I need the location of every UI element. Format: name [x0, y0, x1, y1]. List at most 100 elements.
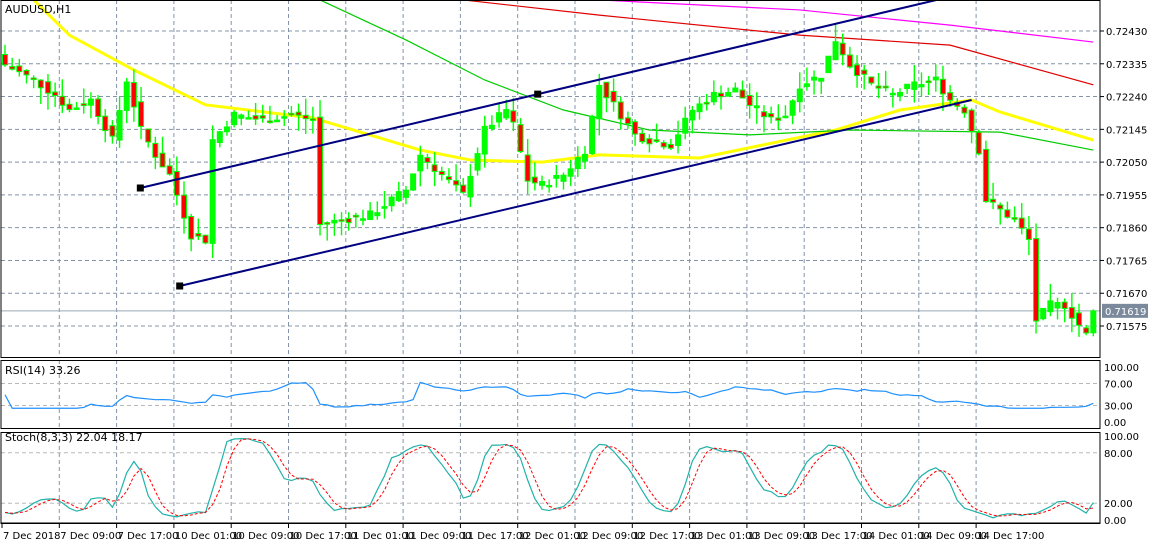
candle-bull [395, 191, 402, 202]
candle-bear [632, 121, 639, 135]
candle-bull [675, 134, 682, 146]
candle-bear [188, 216, 195, 240]
candle-bear [295, 111, 302, 116]
candle-bear [138, 101, 145, 127]
candle-bear [266, 120, 273, 123]
candle-bull [560, 174, 567, 182]
candle-bear [947, 92, 954, 101]
candle-bear [1018, 217, 1025, 229]
candle-bear [603, 81, 610, 99]
price-tick-label: 0.71575 [1106, 322, 1147, 333]
axes: 7 Dec 2018 7 Dec 09:007 Dec 17:0010 Dec 0… [1, 27, 1148, 542]
candle-bull [1090, 310, 1097, 334]
rsi-line [4, 381, 1094, 409]
indicators [4, 381, 1094, 519]
moving-average-line [32, 0, 1094, 164]
candle-bear [861, 69, 868, 75]
candle-bear [854, 64, 861, 77]
price-tick-label: 0.72240 [1106, 93, 1147, 104]
trendline-anchor[interactable] [534, 90, 542, 98]
candle-bull [216, 131, 223, 143]
candle-bear [309, 118, 316, 121]
candle-bull [245, 117, 252, 120]
candle-bear [882, 85, 889, 89]
candle-bull [889, 92, 896, 96]
candle-bear [961, 106, 968, 114]
candle-bear [460, 184, 467, 193]
candle-bull [503, 109, 510, 119]
candle-bull [732, 87, 739, 93]
stoch-tick-label: 20.00 [1104, 499, 1133, 510]
candle-bear [875, 85, 882, 89]
price-tick-label: 0.72335 [1106, 60, 1147, 71]
candle-bear [453, 180, 460, 186]
candle-bear [646, 138, 653, 145]
trendlines[interactable] [136, 0, 972, 290]
candle-bear [639, 132, 646, 143]
chart-window[interactable]: 7 Dec 2018 7 Dec 09:007 Dec 17:0010 Dec 0… [0, 0, 1153, 546]
candle-bear [975, 131, 982, 155]
candle-bull [381, 206, 388, 209]
candle-bull [87, 98, 94, 106]
candle-bear [317, 116, 324, 226]
moving-average-line [319, 0, 1094, 151]
candle-bear [1004, 209, 1011, 218]
current-price-label: 0.71619 [1105, 307, 1146, 318]
candle-bear [109, 125, 116, 137]
candle-bull [481, 125, 488, 155]
candle-bear [624, 117, 631, 125]
candle-bull [753, 105, 760, 109]
candle-bear [95, 98, 102, 117]
price-tick-label: 0.71765 [1106, 256, 1147, 267]
rsi-label: RSI(14) 33.26 [5, 364, 80, 377]
candle-bear [152, 142, 159, 158]
candle-bear [345, 218, 352, 224]
time-tick-label: 7 Dec 2018 [3, 531, 61, 542]
trendline-anchor[interactable] [136, 184, 144, 192]
candle-bull [782, 115, 789, 119]
candle-bull [696, 103, 703, 113]
candle-bull [274, 119, 281, 123]
trendline-anchor[interactable] [176, 282, 184, 290]
candle-bull [911, 81, 918, 90]
candle-bear [746, 94, 753, 106]
candle-bear [181, 194, 187, 219]
candle-bull [581, 153, 588, 162]
candle-bear [288, 112, 295, 116]
candle-bull [496, 112, 503, 123]
moving-averages [32, 0, 1094, 164]
candle-bear [130, 82, 137, 108]
candle-bull [897, 91, 903, 97]
candle-bull [73, 107, 80, 110]
main-pane[interactable] [0, 0, 1101, 358]
candle-bear [1025, 228, 1032, 240]
price-tick-label: 0.71670 [1106, 289, 1147, 300]
candle-bull [818, 77, 825, 82]
candle-bear [30, 77, 37, 81]
candle-bear [52, 91, 59, 97]
candle-bear [202, 234, 209, 244]
candle-bear [925, 80, 932, 84]
candle-bear [1033, 238, 1040, 322]
candle-bear [703, 101, 710, 105]
time-tick-label: 7 Dec 09:00 [60, 531, 121, 542]
candle-bear [846, 54, 853, 68]
candle-bear [2, 53, 8, 66]
stoch-tick-label: 80.00 [1104, 449, 1133, 460]
time-tick-label: 14 Dec 17:00 [977, 531, 1044, 542]
candle-bull [725, 91, 732, 97]
candle-bear [968, 109, 975, 132]
candle-bear [259, 115, 266, 119]
candle-bull [360, 218, 366, 221]
candle-bull [796, 88, 803, 103]
candle-bear [80, 103, 87, 107]
candle-bear [66, 103, 73, 111]
candle-bull [367, 210, 374, 221]
candle-bull [1047, 300, 1054, 313]
candle-bear [868, 76, 875, 84]
candle-bear [739, 89, 746, 99]
candle-bear [102, 115, 109, 132]
candle-bull [832, 41, 839, 61]
candle-bear [718, 92, 724, 98]
candle-bull [904, 83, 911, 90]
